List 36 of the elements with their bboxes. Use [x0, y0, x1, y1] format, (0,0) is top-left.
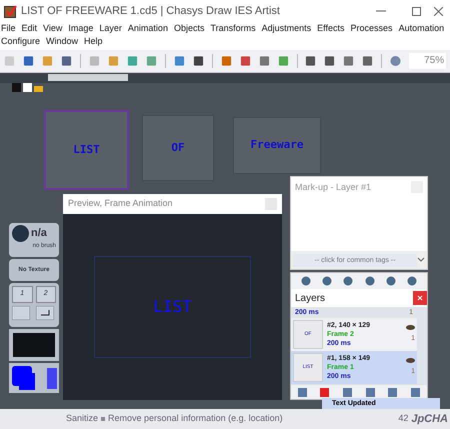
status-brand: JpCHA — [411, 412, 449, 427]
menu-item[interactable]: Image — [68, 22, 94, 36]
brush-dot-icon — [12, 225, 29, 242]
menu-item[interactable]: Window — [46, 34, 78, 48]
frame-preview: LIST — [94, 256, 251, 358]
panel-title: Layers — [295, 292, 326, 306]
menu-item[interactable]: Configure — [1, 34, 40, 48]
window-title: LIST OF FREEWARE 1.cd5 | Chasys Draw IES Artist — [21, 4, 280, 19]
dropdown-caret-icon[interactable] — [417, 257, 425, 263]
zoom-field[interactable]: 75% — [409, 53, 446, 69]
square-icon — [23, 83, 32, 92]
close-button[interactable] — [413, 291, 427, 305]
close-button[interactable] — [434, 6, 443, 16]
menu-item[interactable]: Effects — [317, 22, 345, 36]
panel-title: Preview, Frame Animation — [68, 197, 173, 210]
menu-item[interactable]: Animation — [128, 22, 168, 36]
menu-item[interactable]: File — [1, 22, 16, 36]
status-count: 42 — [398, 412, 408, 426]
app-icon — [4, 4, 17, 18]
menu-item[interactable]: Transforms — [210, 22, 256, 36]
color-swatch[interactable] — [9, 329, 59, 361]
menu-item[interactable]: Adjustments — [262, 22, 312, 36]
menu-item[interactable]: Help — [84, 34, 103, 48]
menu-item[interactable]: Layer — [99, 22, 122, 36]
delete-icon[interactable] — [320, 388, 330, 396]
menu-item[interactable]: Objects — [174, 22, 204, 36]
status-label: Sanitize — [66, 412, 98, 426]
enter-key-icon[interactable] — [36, 306, 54, 320]
brush-label: n/a — [31, 226, 47, 242]
menu-item[interactable]: Edit — [22, 22, 38, 36]
status-message: Remove personal information (e.g. location) — [108, 412, 283, 426]
menu-item[interactable]: Automation — [398, 22, 444, 36]
menu-item[interactable]: Processes — [350, 22, 393, 36]
panel-title: Mark-up - Layer #1 — [295, 181, 372, 194]
menu-item[interactable]: View — [43, 22, 62, 36]
color-pair-icon[interactable] — [9, 363, 59, 393]
